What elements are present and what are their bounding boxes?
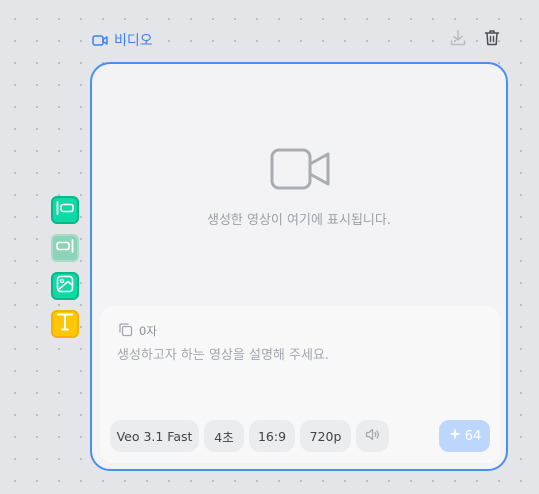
image-tool[interactable] bbox=[51, 272, 79, 300]
node-header: 비디오 bbox=[92, 29, 510, 51]
video-node-card: 생성한 영상이 여기에 표시됩니다. 0자 Veo 3.1 Fast 4초 16… bbox=[90, 62, 508, 471]
credits-label: 64 bbox=[464, 428, 482, 444]
char-counter: 0자 bbox=[118, 322, 157, 340]
node-title-label: 비디오 bbox=[114, 33, 153, 49]
delete-button[interactable] bbox=[482, 30, 502, 50]
preview-placeholder-text: 생성한 영상이 여기에 표시됩니다. bbox=[207, 213, 391, 228]
sparkle-icon bbox=[448, 427, 462, 445]
generate-button[interactable]: 64 bbox=[439, 420, 490, 452]
node-title: 비디오 bbox=[92, 30, 153, 50]
duration-select[interactable]: 4초 bbox=[204, 420, 244, 452]
trash-icon bbox=[484, 29, 500, 51]
aspect-ratio-select[interactable]: 16:9 bbox=[249, 420, 295, 452]
speaker-icon bbox=[365, 428, 380, 444]
video-camera-icon bbox=[92, 34, 108, 47]
copy-icon[interactable] bbox=[118, 322, 133, 340]
resolution-select[interactable]: 720p bbox=[300, 420, 351, 452]
image-icon bbox=[56, 275, 74, 298]
char-count-label: 0자 bbox=[139, 324, 157, 338]
prompt-input[interactable] bbox=[117, 345, 477, 365]
model-select[interactable]: Veo 3.1 Fast bbox=[110, 420, 199, 452]
text-icon bbox=[56, 312, 74, 337]
prompt-panel: 0자 Veo 3.1 Fast 4초 16:9 720p 64 bbox=[100, 306, 500, 463]
text-tool[interactable] bbox=[51, 310, 79, 338]
align-right-tool[interactable] bbox=[51, 234, 79, 262]
sound-toggle[interactable] bbox=[356, 420, 389, 452]
video-camera-icon bbox=[270, 148, 332, 197]
align-left-tool[interactable] bbox=[51, 196, 79, 224]
download-button[interactable] bbox=[448, 29, 468, 51]
align-left-icon bbox=[55, 200, 75, 220]
align-right-icon bbox=[55, 238, 75, 258]
download-icon bbox=[450, 29, 466, 51]
